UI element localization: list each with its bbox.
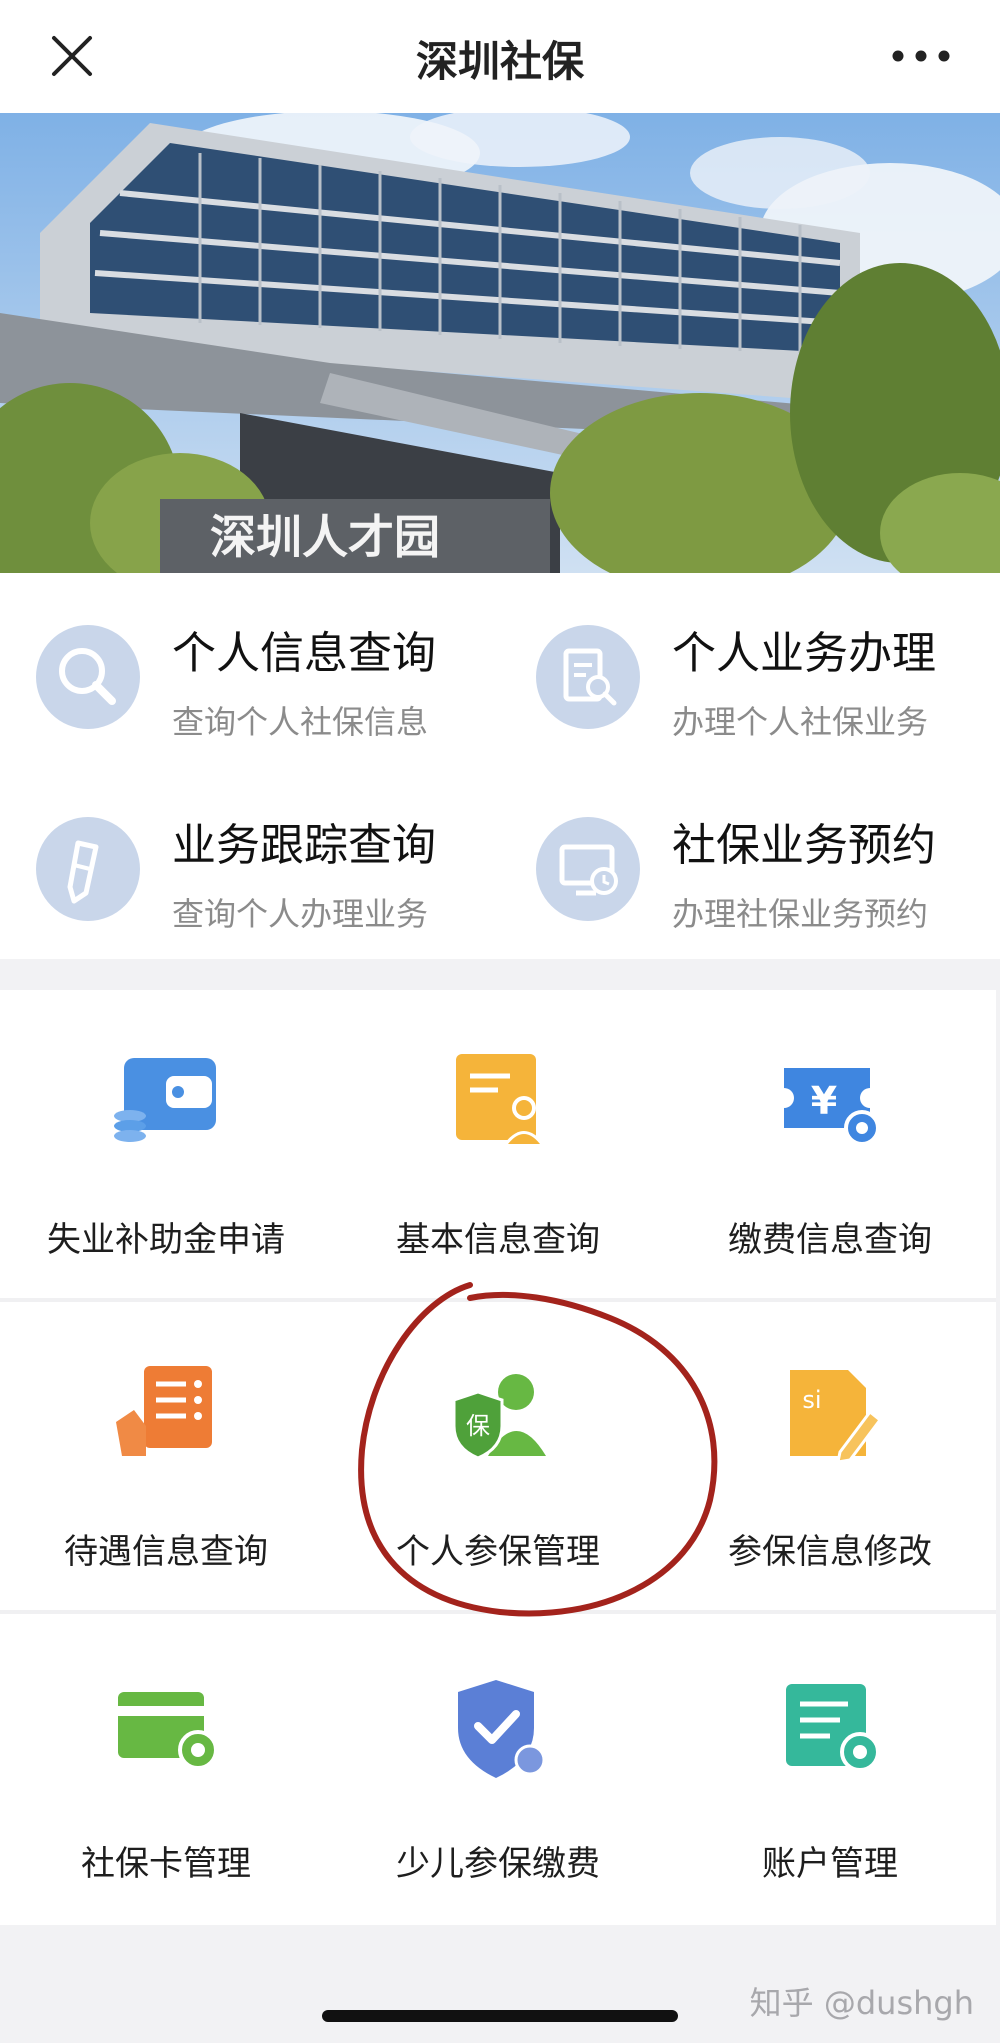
top-bar: 深圳社保 bbox=[0, 0, 1000, 113]
si-document-edit-icon: si bbox=[790, 1370, 883, 1464]
banner-image[interactable]: 深圳人才园 bbox=[0, 113, 1000, 573]
service-label: 账户管理 bbox=[762, 1844, 898, 1884]
profile-card-icon bbox=[456, 1054, 544, 1144]
quick-subtitle: 办理社保业务预约 bbox=[672, 895, 929, 933]
ledger-gear-icon bbox=[786, 1684, 880, 1772]
service-label: 少儿参保缴费 bbox=[396, 1844, 600, 1884]
quick-personal-info-query[interactable]: 个人信息查询 查询个人社保信息 bbox=[0, 573, 500, 763]
quick-subtitle: 查询个人办理业务 bbox=[172, 895, 429, 933]
service-payment-info-query[interactable]: ¥ 缴费信息查询 bbox=[664, 990, 996, 1302]
service-label: 参保信息修改 bbox=[728, 1532, 932, 1572]
search-icon bbox=[36, 625, 140, 729]
quick-subtitle: 办理个人社保业务 bbox=[672, 703, 929, 741]
checklist-hand-icon bbox=[116, 1366, 212, 1456]
home-indicator[interactable] bbox=[322, 2010, 678, 2022]
quick-personal-business[interactable]: 个人业务办理 办理个人社保业务 bbox=[500, 573, 1000, 763]
quick-title: 个人业务办理 bbox=[672, 628, 936, 679]
quick-title: 社保业务预约 bbox=[672, 820, 936, 871]
quick-business-tracking[interactable]: 业务跟踪查询 查询个人办理业务 bbox=[0, 765, 500, 955]
shield-check-icon bbox=[458, 1680, 546, 1778]
service-insurance-info-edit[interactable]: si 参保信息修改 bbox=[664, 1302, 996, 1614]
services-grid: 失业补助金申请 基本信息查询 ¥ 缴费信息查询 待遇信息查询 保 个人参保管理 … bbox=[0, 990, 996, 1925]
more-dots-icon[interactable] bbox=[888, 36, 954, 76]
service-label: 失业补助金申请 bbox=[47, 1220, 285, 1260]
service-unemployment-subsidy[interactable]: 失业补助金申请 bbox=[0, 990, 332, 1302]
quick-subtitle: 查询个人社保信息 bbox=[172, 703, 429, 741]
service-account-management[interactable]: 账户管理 bbox=[664, 1614, 996, 1926]
wallet-coins-icon bbox=[114, 1058, 216, 1142]
service-label: 待遇信息查询 bbox=[64, 1532, 268, 1572]
watermark: 知乎 @dushgh bbox=[749, 1984, 974, 2022]
quick-title: 个人信息查询 bbox=[172, 628, 436, 679]
service-personal-insurance-management[interactable]: 保 个人参保管理 bbox=[332, 1302, 664, 1614]
banner-sign-text: 深圳人才园 bbox=[210, 510, 440, 564]
insured-person-icon: 保 bbox=[452, 1374, 546, 1460]
svg-text:保: 保 bbox=[466, 1412, 490, 1440]
svg-text:si: si bbox=[802, 1386, 821, 1414]
document-search-icon bbox=[536, 625, 640, 729]
service-label: 基本信息查询 bbox=[396, 1220, 600, 1260]
monitor-clock-icon bbox=[536, 817, 640, 921]
service-child-insurance-payment[interactable]: 少儿参保缴费 bbox=[332, 1614, 664, 1926]
pencil-icon bbox=[36, 817, 140, 921]
card-gear-icon bbox=[118, 1692, 218, 1770]
service-label: 个人参保管理 bbox=[396, 1532, 600, 1572]
yuan-ticket-icon: ¥ bbox=[784, 1068, 880, 1146]
service-label: 社保卡管理 bbox=[81, 1844, 251, 1884]
service-basic-info-query[interactable]: 基本信息查询 bbox=[332, 990, 664, 1302]
quick-services: 个人信息查询 查询个人社保信息 个人业务办理 办理个人社保业务 业务跟踪查询 查… bbox=[0, 573, 1000, 959]
quick-title: 业务跟踪查询 bbox=[172, 820, 436, 871]
service-benefit-info-query[interactable]: 待遇信息查询 bbox=[0, 1302, 332, 1614]
svg-text:¥: ¥ bbox=[811, 1079, 837, 1123]
service-label: 缴费信息查询 bbox=[728, 1220, 932, 1260]
service-social-security-card[interactable]: 社保卡管理 bbox=[0, 1614, 332, 1926]
quick-appointment[interactable]: 社保业务预约 办理社保业务预约 bbox=[500, 765, 1000, 955]
page-title: 深圳社保 bbox=[415, 37, 584, 86]
